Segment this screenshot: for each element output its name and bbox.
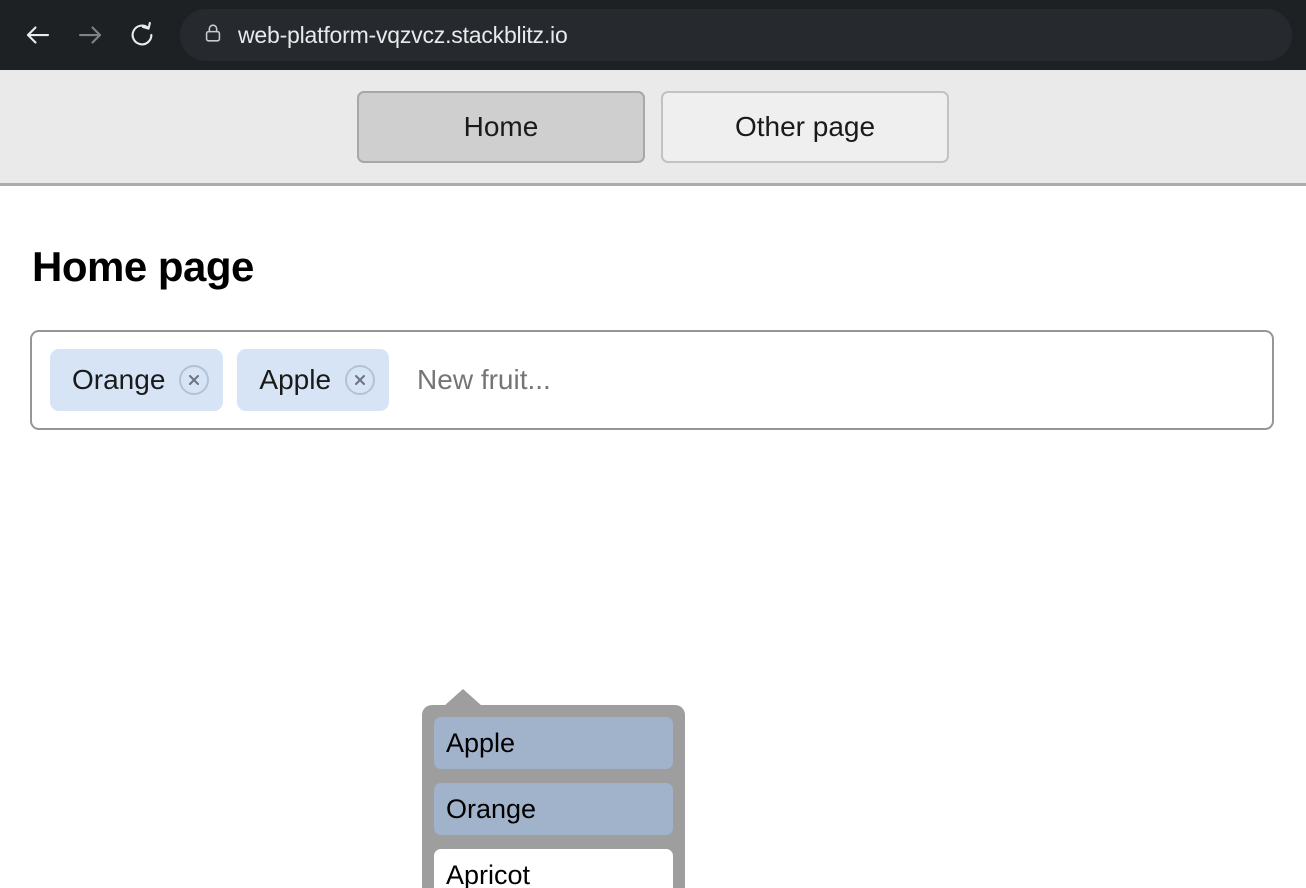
- main-content: Home page Orange Apple New fruit... Appl…: [0, 243, 1306, 888]
- suggestion-item-apple-label: Apple: [446, 727, 516, 758]
- address-bar-url: web-platform-vqzvcz.stackblitz.io: [238, 21, 568, 48]
- suggestion-item-orange[interactable]: Orange: [434, 783, 673, 835]
- page-title: Home page: [32, 243, 254, 290]
- back-button[interactable]: [14, 11, 62, 59]
- page-nav-bar: Home Other page: [0, 70, 1306, 186]
- chip-orange-remove-button[interactable]: [179, 365, 210, 395]
- suggestion-item-orange-label: Orange: [446, 793, 537, 824]
- new-fruit-input[interactable]: [403, 350, 1254, 410]
- nav-tab-other-page-label: Other page: [734, 110, 876, 142]
- forward-button[interactable]: [66, 11, 114, 59]
- close-icon: [353, 373, 367, 387]
- reload-icon: [127, 20, 157, 50]
- chip-apple-remove-button[interactable]: [345, 365, 376, 395]
- nav-tab-other-page[interactable]: Other page: [661, 90, 949, 163]
- fruit-suggestion-popup: Apple Orange Apricot: [422, 689, 685, 888]
- chip-orange[interactable]: Orange: [50, 349, 224, 411]
- popup-caret-icon: [444, 689, 482, 706]
- address-bar[interactable]: web-platform-vqzvcz.stackblitz.io: [180, 9, 1292, 61]
- nav-tab-home-label: Home: [463, 110, 539, 142]
- lock-icon: [202, 22, 224, 49]
- chip-apple[interactable]: Apple: [237, 349, 390, 411]
- nav-tab-home[interactable]: Home: [357, 90, 645, 163]
- close-icon: [187, 373, 201, 387]
- chip-orange-label: Orange: [72, 364, 166, 395]
- fruit-chips-input-container[interactable]: Orange Apple: [30, 330, 1274, 430]
- arrow-left-icon: [23, 20, 53, 50]
- suggestion-item-apricot[interactable]: Apricot: [434, 849, 673, 888]
- suggestion-item-apricot-label: Apricot: [446, 859, 531, 888]
- reload-button[interactable]: [118, 11, 166, 59]
- arrow-right-icon: [75, 20, 105, 50]
- browser-toolbar: web-platform-vqzvcz.stackblitz.io: [0, 0, 1306, 70]
- chip-apple-label: Apple: [259, 364, 332, 395]
- suggestion-item-apple[interactable]: Apple: [434, 717, 673, 769]
